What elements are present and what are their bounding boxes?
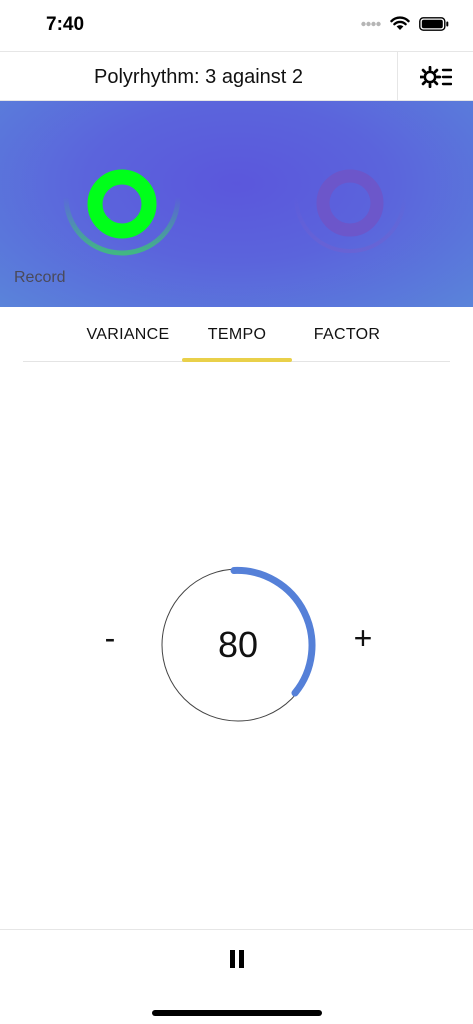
pause-icon bbox=[230, 950, 244, 968]
tempo-control: - 80 + bbox=[0, 560, 473, 730]
tab-tempo[interactable]: TEMPO bbox=[182, 307, 292, 362]
home-indicator bbox=[152, 1010, 322, 1016]
status-bar: 7:40 bbox=[0, 0, 473, 50]
left-pulse-ring bbox=[87, 169, 157, 239]
tab-factor[interactable]: FACTOR bbox=[299, 307, 395, 362]
tab-variance[interactable]: VARIANCE bbox=[70, 307, 186, 362]
active-tab-indicator bbox=[182, 358, 292, 362]
visualizer-canvas bbox=[63, 169, 406, 256]
record-button[interactable]: Record bbox=[14, 269, 66, 287]
battery-icon bbox=[419, 16, 449, 31]
tempo-dial[interactable]: 80 bbox=[156, 563, 320, 727]
settings-button[interactable] bbox=[397, 52, 473, 101]
settings-list-icon bbox=[419, 65, 452, 88]
header: Polyrhythm: 3 against 2 bbox=[0, 51, 473, 101]
signal-dots-icon bbox=[361, 21, 381, 26]
rhythm-visualizer: Record bbox=[0, 101, 473, 307]
status-time: 7:40 bbox=[46, 14, 85, 35]
bottom-controls bbox=[0, 929, 473, 1024]
status-icons bbox=[361, 16, 449, 31]
tab-bar: VARIANCE TEMPO FACTOR bbox=[23, 307, 450, 362]
page-title: Polyrhythm: 3 against 2 bbox=[94, 66, 303, 88]
wifi-icon bbox=[390, 16, 410, 30]
increase-tempo-button[interactable]: + bbox=[345, 620, 381, 660]
tempo-value: 80 bbox=[217, 624, 259, 665]
right-pulse-ring bbox=[316, 169, 384, 237]
pause-button[interactable] bbox=[220, 942, 254, 976]
decrease-tempo-button[interactable]: - bbox=[92, 620, 128, 660]
